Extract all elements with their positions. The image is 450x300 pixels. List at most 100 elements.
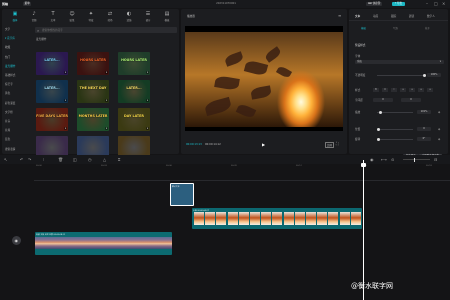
playhead-handle[interactable] xyxy=(361,163,366,167)
main-track-clip[interactable]: 视频 太阳 天空 风景 00:00:08:11 xyxy=(35,232,172,255)
sidebar-item[interactable]: 基础样式 xyxy=(5,73,32,78)
font-select[interactable]: 系统 ▾ xyxy=(355,60,444,64)
bold-button[interactable]: B xyxy=(373,88,379,92)
align-justify-button[interactable]: ≡ xyxy=(427,88,433,92)
playhead[interactable] xyxy=(363,160,364,300)
freeze-icon[interactable]: ◷ xyxy=(88,157,92,162)
sidebar-item[interactable]: 彩色渐变 xyxy=(5,101,32,106)
fullscreen-icon[interactable]: ⛶ xyxy=(336,141,339,146)
text-template-thumbnail[interactable]: THE NEXT DAY ↓ xyxy=(77,80,109,103)
download-icon[interactable]: ↓ xyxy=(64,127,67,130)
sidebar-item[interactable]: 片尾 xyxy=(5,128,32,133)
snap-icon[interactable]: ◉ xyxy=(370,157,374,162)
toolbar-item[interactable]: ✦ 特效 xyxy=(82,11,100,22)
sidebar-item[interactable]: 黄色 xyxy=(5,91,32,96)
toolbar-item[interactable]: ◐ 滤镜 xyxy=(120,11,138,22)
delete-icon[interactable]: 🗑 xyxy=(58,157,63,162)
play-icon[interactable]: ▶ xyxy=(262,142,265,147)
search-input[interactable] xyxy=(42,27,172,33)
minimize-icon[interactable]: – xyxy=(426,1,428,6)
undo-icon[interactable]: ↶ xyxy=(20,157,23,162)
spacing-value[interactable]: 0 xyxy=(373,98,393,102)
line-spacing-value[interactable]: 0 xyxy=(401,98,421,102)
sidebar-item[interactable]: 文字 xyxy=(5,27,32,32)
link-icon[interactable]: ⟷ xyxy=(381,157,387,162)
text-template-thumbnail[interactable]: LATER... ↓ xyxy=(118,80,150,103)
toolbar-item[interactable]: ☰ 调节 xyxy=(139,11,157,22)
select-icon[interactable]: ↖ xyxy=(4,157,7,162)
text-template-thumbnail[interactable]: HOURS LATER ↓ xyxy=(118,52,150,75)
search-box[interactable]: ⌕ xyxy=(35,27,177,33)
more-icon[interactable]: ≡ xyxy=(338,13,341,18)
cover-button[interactable]: ◉ xyxy=(12,236,21,245)
slider-knob[interactable] xyxy=(377,127,380,131)
slider-knob[interactable] xyxy=(377,137,380,141)
zoom-fit-icon[interactable]: ⊟ xyxy=(434,157,437,162)
text-template-thumbnail[interactable]: LATER... ↓ xyxy=(36,80,68,103)
toolbar-item[interactable]: ▣ 媒体 xyxy=(6,11,24,22)
subtab-fancy[interactable]: 花字 xyxy=(425,26,430,30)
maximize-icon[interactable]: □ xyxy=(434,1,438,6)
sidebar-item[interactable]: 搜索表情 xyxy=(5,147,32,152)
toolbar-item[interactable]: ▤ 模板 xyxy=(158,11,176,22)
text-template-thumbnail[interactable]: LATER... ↓ xyxy=(36,52,68,75)
menu-button[interactable]: 菜单 xyxy=(23,1,32,6)
tab-digital-human[interactable]: 数字人 xyxy=(427,14,435,18)
sidebar-item[interactable]: 蓝色 xyxy=(5,137,32,142)
sidebar-item[interactable]: 发光爆炸 xyxy=(5,64,32,69)
text-template-thumbnail[interactable]: FIVE DAYS LATER ↓ xyxy=(36,108,68,131)
download-icon[interactable]: ↓ xyxy=(64,99,67,102)
zoom-slider[interactable] xyxy=(403,157,430,162)
subtab-basic[interactable]: 基础 xyxy=(361,26,366,30)
align-right-button[interactable]: ≡ xyxy=(418,88,424,92)
sidebar-item[interactable]: 片头 xyxy=(5,119,32,124)
download-icon[interactable]: ↓ xyxy=(146,99,149,102)
tab-tracking[interactable]: 跟踪 xyxy=(391,14,396,18)
keyframe-icon[interactable]: ◆ xyxy=(438,127,440,131)
scale-slider[interactable] xyxy=(377,110,413,114)
slider-knob[interactable] xyxy=(423,73,426,77)
tab-animation[interactable]: 动画 xyxy=(373,14,378,18)
zoom-knob[interactable] xyxy=(414,157,415,162)
keyframe-icon[interactable]: ◆ xyxy=(438,110,440,114)
mask-icon[interactable]: ◫ xyxy=(73,157,77,162)
align-left-button[interactable]: ≡ xyxy=(400,88,406,92)
opacity-value[interactable]: 100% xyxy=(427,73,441,77)
opacity-slider[interactable] xyxy=(377,73,426,77)
text-clip[interactable]: 默认文本 xyxy=(170,183,194,206)
ratio-button[interactable]: 比例 xyxy=(325,142,334,148)
sidebar-item[interactable]: 收藏 xyxy=(5,45,32,50)
keyframe-icon[interactable]: ◆ xyxy=(438,137,440,141)
sidebar-item[interactable]: 热门 xyxy=(5,55,32,60)
toolbar-item[interactable]: ⇄ 转场 xyxy=(101,11,119,22)
toolbar-item[interactable]: ☺ 贴纸 xyxy=(63,11,81,22)
mirror-icon[interactable]: △ xyxy=(103,157,106,162)
download-icon[interactable]: ↓ xyxy=(146,71,149,74)
toolbar-item[interactable]: ♪ 音频 xyxy=(25,11,43,22)
download-icon[interactable]: ↓ xyxy=(105,127,108,130)
align-center-button[interactable]: ≡ xyxy=(409,88,415,92)
position-x-value[interactable]: 0 xyxy=(417,127,431,131)
export-button[interactable]: ⤒ 导出 xyxy=(392,1,406,6)
text-template-thumbnail[interactable]: DAY LATER ↓ xyxy=(118,108,150,131)
sidebar-item[interactable]: ▾ 花字库 xyxy=(5,36,32,41)
download-icon[interactable]: ↓ xyxy=(105,71,108,74)
text-template-thumbnail[interactable]: MONTHS LATER ↓ xyxy=(77,108,109,131)
slider-knob[interactable] xyxy=(379,110,382,114)
tab-text[interactable]: 文本 xyxy=(355,14,360,18)
split-icon[interactable]: ⫶ xyxy=(43,157,44,162)
rotate-value[interactable]: 0° xyxy=(417,137,431,141)
shortcut-button[interactable]: ⌨ 快捷键 xyxy=(366,1,383,6)
crop-icon[interactable]: ⌗ xyxy=(118,157,120,162)
text-template-thumbnail[interactable]: HOURS LATER ↓ xyxy=(77,52,109,75)
subtab-bubble[interactable]: 气泡 xyxy=(393,26,398,30)
sidebar-item[interactable]: 综艺字 xyxy=(5,82,32,87)
scale-value[interactable]: 101% xyxy=(417,110,431,114)
preview-axis-icon[interactable]: ⊙ xyxy=(391,157,394,162)
sidebar-item[interactable]: 文字框 xyxy=(5,110,32,115)
video-preview[interactable] xyxy=(185,26,343,131)
redo-icon[interactable]: ↷ xyxy=(28,157,31,162)
rotate-slider[interactable] xyxy=(377,137,413,141)
italic-button[interactable]: I xyxy=(391,88,397,92)
time-ruler[interactable]: 00:00 00:03 00:06 00:09 00:12 00:15 00:1… xyxy=(34,164,450,171)
